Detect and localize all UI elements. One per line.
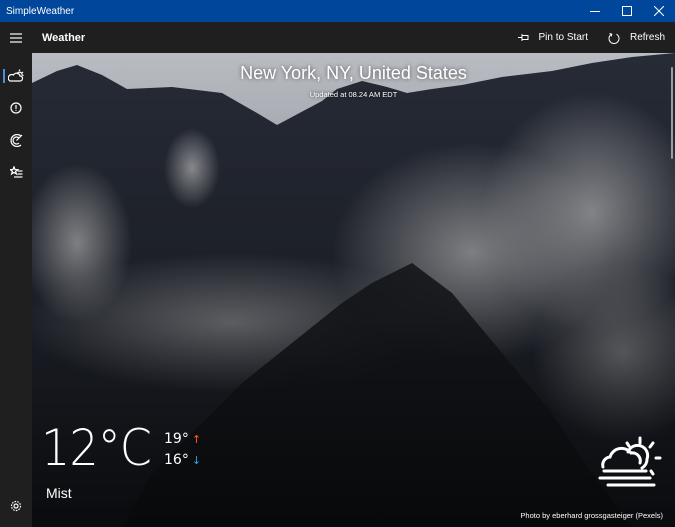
nav-item-weather[interactable] (0, 59, 32, 93)
location-name: New York, NY, United States (240, 63, 467, 83)
weather-content: New York, NY, United States Updated at 0… (32, 53, 675, 527)
close-icon (654, 6, 664, 16)
maximize-button[interactable] (611, 0, 643, 22)
nav-item-radar[interactable] (0, 123, 32, 157)
refresh-icon (608, 32, 620, 44)
app-title: SimpleWeather (6, 5, 75, 17)
pin-to-start-label: Pin to Start (538, 32, 588, 43)
nav-item-alerts[interactable] (0, 91, 32, 125)
alert-icon (10, 102, 22, 114)
weather-condition: Mist (46, 485, 72, 501)
high-temp-value: 19° (164, 431, 189, 447)
page-title: Weather (42, 31, 86, 44)
low-temp-value: 16° (164, 452, 189, 468)
refresh-label: Refresh (629, 32, 665, 43)
low-temperature: 16° ↓ (164, 452, 201, 468)
hamburger-icon (10, 32, 22, 43)
favorites-list-icon (9, 166, 22, 178)
command-bar: Weather Pin to Start Refresh (0, 22, 675, 53)
hamburger-menu-button[interactable] (0, 22, 32, 53)
radar-icon (9, 133, 22, 147)
high-temperature: 19° ↑ (164, 431, 201, 447)
minimize-button[interactable] (579, 0, 611, 22)
refresh-button[interactable]: Refresh (598, 22, 675, 53)
minimize-icon (590, 11, 600, 12)
gear-icon (10, 500, 22, 512)
down-arrow-icon: ↓ (191, 454, 202, 467)
settings-button[interactable] (0, 489, 32, 523)
title-bar: SimpleWeather (0, 0, 675, 22)
maximize-icon (622, 6, 632, 16)
up-arrow-icon: ↑ (191, 433, 202, 446)
nav-item-locations[interactable] (0, 155, 32, 189)
updated-time: Updated at 08.24 AM EDT (309, 90, 398, 99)
nav-sidebar (0, 53, 32, 527)
close-button[interactable] (643, 0, 675, 22)
pin-to-start-button[interactable]: Pin to Start (508, 22, 598, 53)
photo-credit[interactable]: Photo by eberhard grossgasteiger (Pexels… (520, 511, 663, 520)
current-temperature: 12°C (41, 419, 152, 477)
pin-icon (517, 34, 529, 41)
partly-cloudy-icon (8, 69, 24, 82)
sun-cloud-fog-icon (598, 436, 662, 487)
